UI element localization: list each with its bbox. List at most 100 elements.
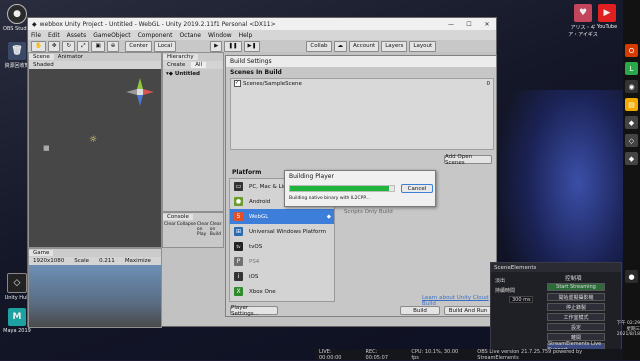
obs-duration-input[interactable]: 300 ms: [509, 296, 533, 303]
step-button[interactable]: ▶❚: [243, 40, 261, 52]
building-player-titlebar[interactable]: Building Player: [285, 171, 435, 181]
rotate-tool-button[interactable]: ↻: [62, 40, 76, 52]
camera-icon[interactable]: ■: [43, 144, 50, 152]
cloud-button[interactable]: ☁: [333, 40, 347, 52]
start-virtual-camera-button[interactable]: 開始虛擬攝影機: [547, 293, 605, 301]
build-settings-title: Build Settings: [230, 58, 272, 65]
live-timer: LIVE: 00:00:00: [319, 348, 342, 361]
maya-icon: M: [8, 308, 26, 326]
option-scripts-only-build[interactable]: Scripts Only Build: [344, 209, 393, 215]
platform-label: iOS: [249, 273, 259, 280]
start-streaming-button[interactable]: Start Streaming: [547, 283, 605, 291]
hierarchy-scene-row[interactable]: ▾◆ Untitled: [163, 69, 223, 79]
menu-octane[interactable]: Octane: [179, 32, 201, 39]
console-collapse-button[interactable]: Collapse: [177, 222, 196, 237]
console-clear-on-build-button[interactable]: Clear on Build: [210, 222, 222, 237]
create-dropdown[interactable]: Create: [163, 62, 189, 68]
platform-item-xbox[interactable]: X Xbox One: [230, 284, 334, 299]
collab-button[interactable]: Collab: [306, 40, 332, 52]
taskbar-unity-hub-icon[interactable]: ◇: [625, 134, 638, 147]
console-clear-on-play-button[interactable]: Clear on Play: [197, 222, 209, 237]
minimize-icon[interactable]: —: [442, 21, 460, 28]
tab-animator[interactable]: Animator: [54, 54, 87, 60]
add-open-scenes-button[interactable]: Add Open Scenes: [444, 154, 492, 166]
close-icon[interactable]: ✕: [478, 21, 496, 28]
cancel-build-button[interactable]: Cancel: [401, 184, 433, 193]
scene-gizmo-icon: [126, 78, 154, 106]
player-settings-button[interactable]: Player Settings...: [230, 305, 278, 317]
scene-checkbox[interactable]: ✓: [234, 80, 241, 87]
pause-button[interactable]: ❚❚: [224, 40, 242, 52]
shading-mode-dropdown[interactable]: Shaded: [29, 62, 58, 68]
taskbar-office-icon[interactable]: O: [625, 44, 638, 57]
menu-component[interactable]: Component: [138, 32, 173, 39]
hand-tool-button[interactable]: ✋: [31, 40, 46, 52]
build-settings-titlebar[interactable]: Build Settings: [226, 56, 496, 67]
console-toolbar: Clear Collapse Clear on Play Clear on Bu…: [163, 221, 223, 238]
menu-help[interactable]: Help: [239, 32, 253, 39]
taskbar-chrome-icon[interactable]: ◉: [625, 80, 638, 93]
platform-item-uwp[interactable]: ⊞ Universal Windows Platform: [230, 224, 334, 239]
menu-edit[interactable]: Edit: [48, 32, 60, 39]
collab-label: Collab: [310, 43, 328, 49]
taskbar-clock[interactable]: 下午 02:29 星期三 2021/8/18: [593, 320, 640, 337]
platform-label: tvOS: [249, 243, 263, 250]
stop-recording-button[interactable]: 停止錄製: [547, 303, 605, 311]
tab-console[interactable]: Console: [163, 214, 193, 220]
menu-window[interactable]: Window: [208, 32, 232, 39]
menu-file[interactable]: File: [31, 32, 41, 39]
maximize-icon[interactable]: ☐: [460, 21, 478, 28]
layout-dropdown[interactable]: Layout: [409, 40, 437, 52]
platform-item-ps4[interactable]: P PS4: [230, 254, 334, 269]
pivot-center-button[interactable]: Center: [125, 40, 152, 52]
build-and-run-button[interactable]: Build And Run: [444, 306, 492, 315]
resolution-dropdown[interactable]: 1920x1080: [29, 258, 68, 264]
console-clear-button[interactable]: Clear: [164, 222, 176, 237]
platform-item-webgl[interactable]: 5 WebGL ◆: [230, 209, 334, 224]
build-button[interactable]: Build: [400, 306, 440, 315]
platform-item-ios[interactable]: i iOS: [230, 269, 334, 284]
scene-view[interactable]: ☼ ■: [29, 69, 161, 247]
move-tool-button[interactable]: ✥: [47, 40, 61, 52]
scene-gizmo[interactable]: [125, 77, 155, 107]
taskbar-explorer-icon[interactable]: ▤: [625, 98, 638, 111]
obs-button-label: 設定: [570, 324, 581, 331]
scale-value[interactable]: 0.211: [95, 258, 119, 264]
light-icon[interactable]: ☼: [89, 135, 97, 145]
layers-dropdown[interactable]: Layers: [381, 40, 408, 52]
platform-label: Android: [249, 198, 271, 205]
build-and-run-label: Build And Run: [448, 307, 488, 314]
rect-icon: ▣: [95, 43, 101, 49]
building-player-dialog: Building Player Cancel Building native b…: [284, 170, 436, 207]
taskbar: O L ◉ ▤ ◆ ◇ ◆ ● 下午 02:29 星期三 2021/8/18: [617, 0, 640, 360]
build-progress-bar: [289, 185, 395, 192]
taskbar-unity-icon[interactable]: ◆: [625, 116, 638, 129]
menu-assets[interactable]: Assets: [67, 32, 87, 39]
taskbar-line-icon[interactable]: L: [625, 62, 638, 75]
obs-panel-title: SceneElements: [491, 263, 621, 272]
game-view[interactable]: [29, 265, 161, 327]
taskbar-obs-icon[interactable]: ●: [625, 270, 638, 283]
scene-row[interactable]: ✓ Scenes/SampleScene 0: [231, 79, 493, 88]
tab-scene[interactable]: Scene: [29, 54, 54, 60]
scale-tool-button[interactable]: ⤢: [77, 40, 90, 52]
console-panel: Console Clear Collapse Clear on Play Cle…: [162, 212, 224, 248]
play-button[interactable]: ▶: [210, 40, 223, 52]
main-toolbar: ✋ ✥ ↻ ⤢ ▣ ⊕ Center Local ▶ ❚❚ ▶❚ Collab …: [28, 40, 496, 52]
taskbar-unity-editor-icon[interactable]: ◆: [625, 152, 638, 165]
desktop-icon-youtube[interactable]: ▶ YouTube: [592, 4, 622, 30]
hierarchy-search[interactable]: All: [191, 62, 207, 68]
platform-item-tvos[interactable]: tv tvOS: [230, 239, 334, 254]
scene-tabs: Scene Animator: [29, 53, 161, 61]
game-icon: ♥: [574, 4, 592, 22]
menu-gameobject[interactable]: GameObject: [93, 32, 130, 39]
transform-tool-button[interactable]: ⊕: [106, 40, 120, 52]
tab-hierarchy[interactable]: Hierarchy: [163, 54, 198, 60]
account-dropdown[interactable]: Account: [349, 40, 380, 52]
maximize-on-play-toggle[interactable]: Maximize: [121, 258, 155, 264]
pivot-local-button[interactable]: Local: [153, 40, 177, 52]
window-title: webbox Unity Project - Untitled - WebGL …: [39, 20, 276, 28]
window-titlebar[interactable]: ◆ webbox Unity Project - Untitled - WebG…: [28, 18, 496, 30]
rect-tool-button[interactable]: ▣: [91, 40, 105, 52]
tab-game[interactable]: Game: [29, 250, 54, 256]
